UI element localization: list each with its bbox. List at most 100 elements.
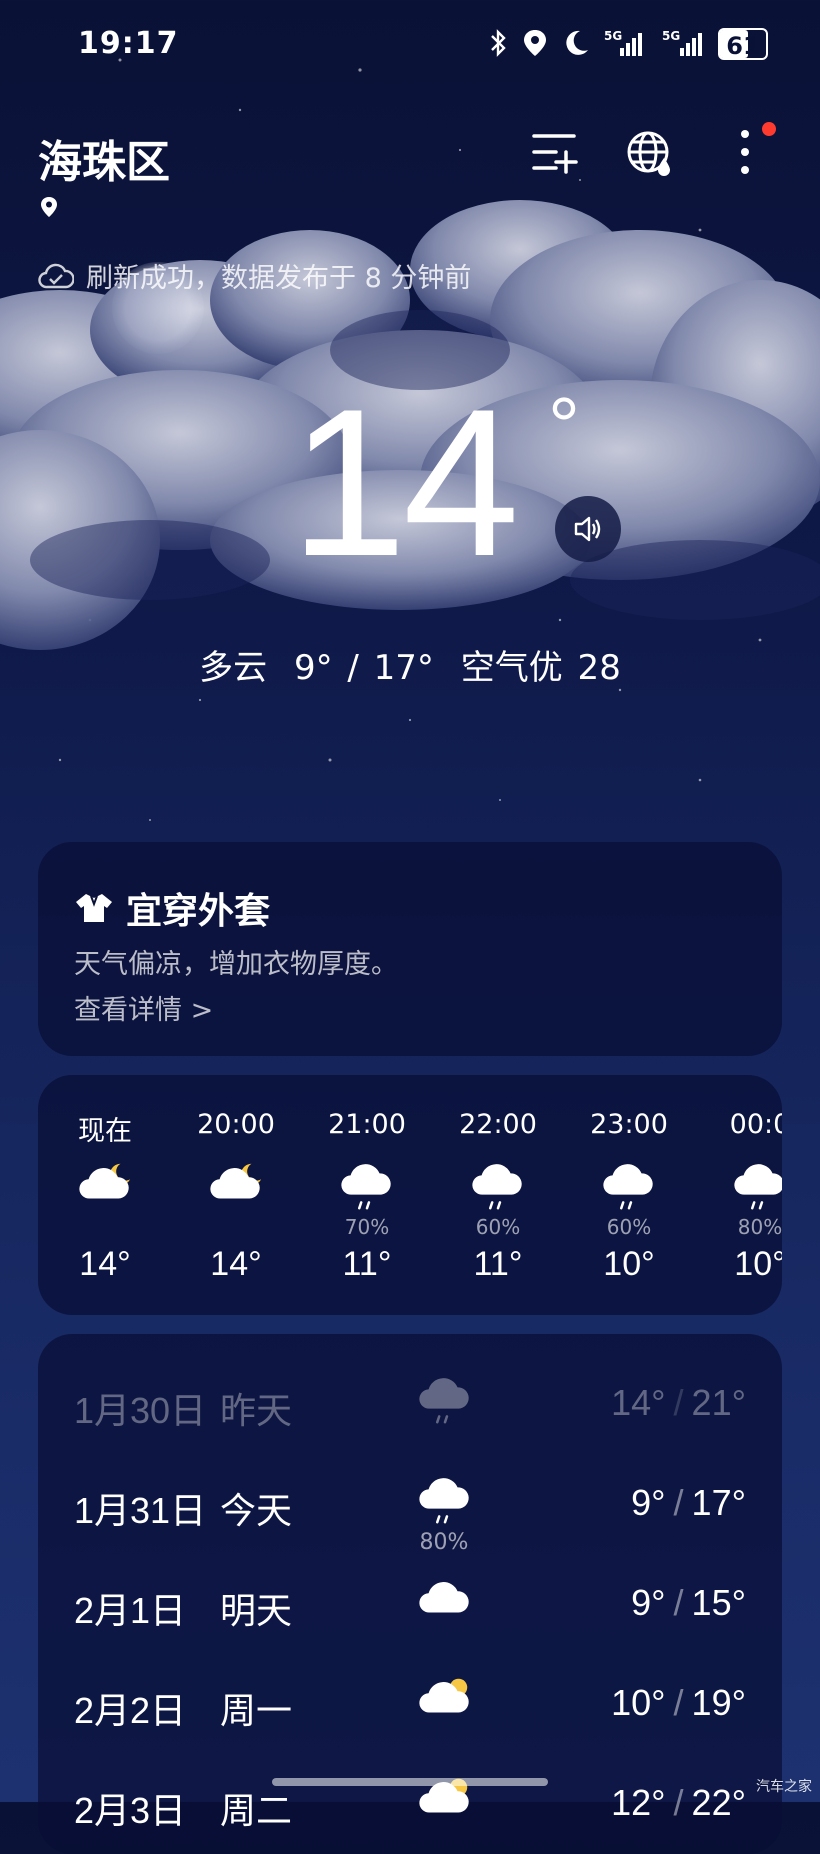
hour-label: 00:0 — [729, 1109, 782, 1140]
temp-separator: / — [673, 1582, 684, 1623]
signal-5g-icon-2: 5G — [658, 28, 704, 60]
day-icon-wrap — [416, 1570, 472, 1626]
day-name: 今天 — [220, 1491, 293, 1532]
hour-precip: 70% — [344, 1215, 390, 1239]
hourly-item: 22:00 60% 11° — [443, 1109, 553, 1284]
day-high: 15° — [691, 1582, 746, 1623]
status-bar: 19:17 5G 5G 61 — [0, 0, 820, 90]
day-high: 22° — [691, 1782, 746, 1823]
day-temps: 12°/22° — [611, 1782, 746, 1824]
day-high: 17° — [691, 1482, 746, 1523]
city-list-add-icon[interactable] — [530, 128, 580, 178]
location-pin-icon — [41, 197, 57, 217]
location-icon — [522, 28, 548, 60]
dress-description: 天气偏凉，增加衣物厚度。 — [74, 949, 398, 980]
signal-5g-icon: 5G — [604, 28, 644, 60]
day-date: 2月3日 — [74, 1790, 187, 1831]
day-temps: 9°/17° — [631, 1482, 746, 1524]
watermark-text: 汽车之家 — [756, 1779, 812, 1795]
hour-label: 22:00 — [459, 1109, 537, 1140]
day-high: 19° — [691, 1682, 746, 1723]
partly-cloudy-night-icon — [210, 1163, 262, 1199]
hour-temp: 10° — [734, 1245, 782, 1283]
temp-separator: / — [673, 1682, 684, 1723]
day-low: 14° — [611, 1382, 666, 1423]
coat-icon — [76, 894, 112, 922]
rain-cloud-icon — [419, 1378, 469, 1424]
cloud-icon — [419, 1582, 469, 1613]
hour-precip: 60% — [475, 1215, 521, 1239]
hour-precip — [181, 1215, 291, 1239]
daily-row[interactable]: 1月30日 昨天 14°/21° — [38, 1362, 782, 1442]
day-low: 10° — [611, 1682, 666, 1723]
svg-text:5G: 5G — [662, 29, 680, 43]
day-name: 周二 — [220, 1791, 293, 1832]
hour-icon-wrap — [705, 1155, 782, 1215]
day-date: 1月31日 — [74, 1490, 207, 1531]
home-indicator[interactable] — [272, 1778, 548, 1786]
hour-temp: 11° — [473, 1245, 523, 1283]
air-quality[interactable]: 空气优 28 — [461, 648, 621, 688]
status-time: 19:17 — [78, 26, 179, 61]
condition-text: 多云 — [199, 648, 268, 688]
hour-icon-wrap — [312, 1155, 422, 1215]
hourly-item: 00:0 80% 10° — [705, 1109, 782, 1284]
day-date: 2月1日 — [74, 1590, 187, 1631]
hourly-forecast-card[interactable]: 现在 14° 20:00 14° 21:00 70% 11° 22:00 60% 11° 23:00… — [38, 1075, 782, 1315]
hour-icon-wrap — [181, 1155, 291, 1215]
day-high: 21° — [691, 1382, 746, 1423]
more-menu-icon[interactable] — [730, 128, 760, 178]
temp-range: 9° / 17° — [293, 648, 434, 688]
hourly-item: 23:00 60% 10° — [574, 1109, 684, 1284]
status-icons: 5G 5G 61 — [488, 28, 768, 60]
day-name: 昨天 — [220, 1391, 293, 1432]
daily-row[interactable]: 2月3日 周二 12°/22° — [38, 1762, 782, 1842]
globe-weather-icon[interactable] — [626, 128, 676, 178]
rain-cloud-icon — [603, 1164, 653, 1210]
hour-label: 20:00 — [197, 1109, 275, 1140]
dress-advice-card[interactable]: 宜穿外套 天气偏凉，增加衣物厚度。 查看详情 > — [38, 842, 782, 1056]
day-low: 12° — [611, 1782, 666, 1823]
day-name: 明天 — [220, 1591, 293, 1632]
daily-forecast-card[interactable]: 1月30日 昨天 14°/21° 1月31日 今天 80% 9°/17° 2月1日 明天 9°/1… — [38, 1334, 782, 1854]
refresh-text: 刷新成功，数据发布于 8 分钟前 — [86, 263, 472, 294]
hour-icon-wrap — [574, 1155, 684, 1215]
hour-label: 23:00 — [590, 1109, 668, 1140]
dress-title-text: 宜穿外套 — [126, 891, 271, 932]
temp-separator: / — [673, 1782, 684, 1823]
degree-symbol: ° — [548, 381, 580, 470]
view-details-link[interactable]: 查看详情 > — [74, 988, 213, 1027]
hourly-item: 现在 14° — [50, 1109, 160, 1284]
day-icon-wrap — [416, 1670, 472, 1726]
rain-cloud-icon — [419, 1478, 469, 1524]
partly-cloudy-day-icon — [419, 1678, 469, 1713]
dress-title: 宜穿外套 — [74, 882, 270, 934]
notification-badge — [762, 122, 776, 136]
day-low: 9° — [631, 1482, 666, 1523]
daily-row[interactable]: 2月2日 周一 10°/19° — [38, 1662, 782, 1742]
day-low: 9° — [631, 1582, 666, 1623]
day-temps: 10°/19° — [611, 1682, 746, 1724]
hour-temp: 11° — [342, 1245, 392, 1283]
day-name: 周一 — [220, 1691, 293, 1732]
hourly-item: 20:00 14° — [181, 1109, 291, 1284]
hour-precip — [50, 1215, 160, 1239]
daily-row[interactable]: 1月31日 今天 80% 9°/17° — [38, 1462, 782, 1555]
daily-row[interactable]: 2月1日 明天 9°/15° — [38, 1562, 782, 1642]
partly-cloudy-night-icon — [79, 1163, 131, 1199]
moon-mode-icon — [562, 28, 590, 60]
speaker-icon — [574, 516, 601, 542]
day-icon-wrap — [416, 1370, 472, 1426]
battery-level: 61 — [726, 32, 760, 60]
hour-label: 21:00 — [328, 1109, 406, 1140]
voice-broadcast-button[interactable] — [555, 496, 621, 562]
day-date: 1月30日 — [74, 1390, 207, 1431]
hour-temp: 14° — [79, 1245, 131, 1283]
hour-label: 现在 — [78, 1116, 132, 1147]
day-temps: 14°/21° — [611, 1382, 746, 1424]
cloud-check-icon — [38, 263, 74, 288]
day-precip: 80% — [419, 1530, 469, 1555]
rain-cloud-icon — [341, 1164, 391, 1210]
location-title[interactable]: 海珠区 — [38, 126, 170, 190]
current-temperature: 14 — [290, 365, 520, 600]
